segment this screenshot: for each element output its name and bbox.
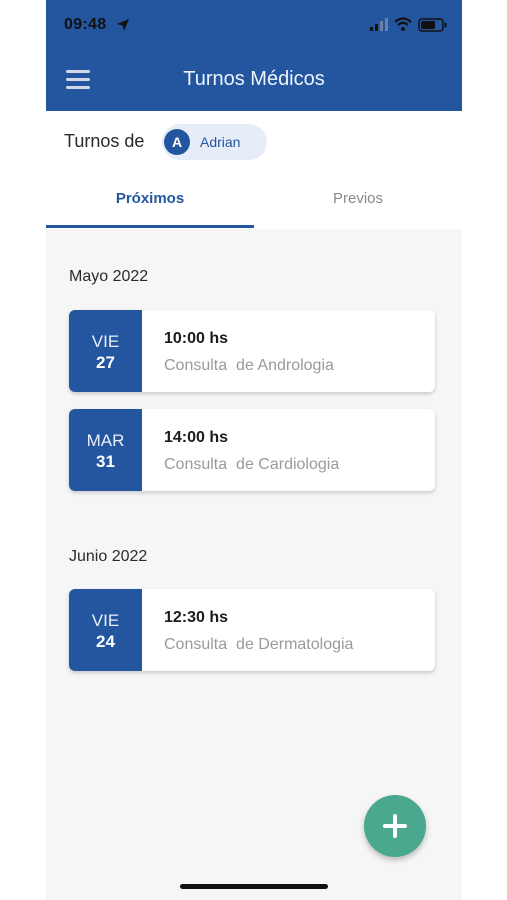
owner-name: Adrian xyxy=(200,134,241,150)
appointment-description: Consulta de Cardiologia xyxy=(164,456,340,473)
status-time: 09:48 xyxy=(64,16,107,33)
appointment-day: 31 xyxy=(96,452,115,471)
appointment-date-block: MAR 31 xyxy=(69,409,142,491)
appointment-weekday: VIE xyxy=(91,611,120,630)
tab-previos[interactable]: Previos xyxy=(254,171,462,229)
appointment-card[interactable]: MAR 31 14:00 hs Consulta de Cardiologia xyxy=(69,409,435,491)
tab-bar: Próximos Previos xyxy=(46,171,462,229)
tab-proximos[interactable]: Próximos xyxy=(46,171,254,229)
home-indicator[interactable] xyxy=(180,884,328,889)
location-arrow-icon xyxy=(117,19,129,31)
owner-selector-chip[interactable]: A Adrian xyxy=(162,124,267,160)
add-appointment-button[interactable] xyxy=(364,795,426,857)
appointment-owner-row: Turnos de A Adrian xyxy=(46,111,462,171)
page-title: Turnos Médicos xyxy=(183,68,325,90)
month-group-title: Mayo 2022 xyxy=(69,268,149,285)
appointment-weekday: VIE xyxy=(91,332,120,351)
appointment-date-block: VIE 27 xyxy=(69,310,142,392)
appointment-description: Consulta de Dermatologia xyxy=(164,636,354,653)
appointment-time: 10:00 hs xyxy=(164,330,229,347)
appointment-day: 27 xyxy=(96,353,115,372)
appointment-card[interactable]: VIE 24 12:30 hs Consulta de Dermatologia xyxy=(69,589,435,671)
appointment-time: 12:30 hs xyxy=(164,609,229,626)
month-group-title: Junio 2022 xyxy=(69,548,148,565)
plus-icon xyxy=(383,814,407,838)
appointment-description: Consulta de Andrologia xyxy=(164,357,334,374)
appointment-day: 24 xyxy=(96,632,115,651)
appointment-date-block: VIE 24 xyxy=(69,589,142,671)
appointment-card[interactable]: VIE 27 10:00 hs Consulta de Andrologia xyxy=(69,310,435,392)
appointment-time: 14:00 hs xyxy=(164,429,229,446)
avatar: A xyxy=(164,129,190,155)
app-header: 09:48 Turnos Médicos xyxy=(46,0,462,111)
cellular-signal-icon xyxy=(370,18,388,31)
appointment-weekday: MAR xyxy=(86,431,125,450)
active-tab-indicator xyxy=(46,225,254,228)
battery-icon xyxy=(418,18,447,32)
owner-label: Turnos de xyxy=(64,131,145,151)
app-screen: 09:48 Turnos Médicos Turnos de A Adrian … xyxy=(46,0,462,900)
wifi-icon xyxy=(394,17,412,31)
